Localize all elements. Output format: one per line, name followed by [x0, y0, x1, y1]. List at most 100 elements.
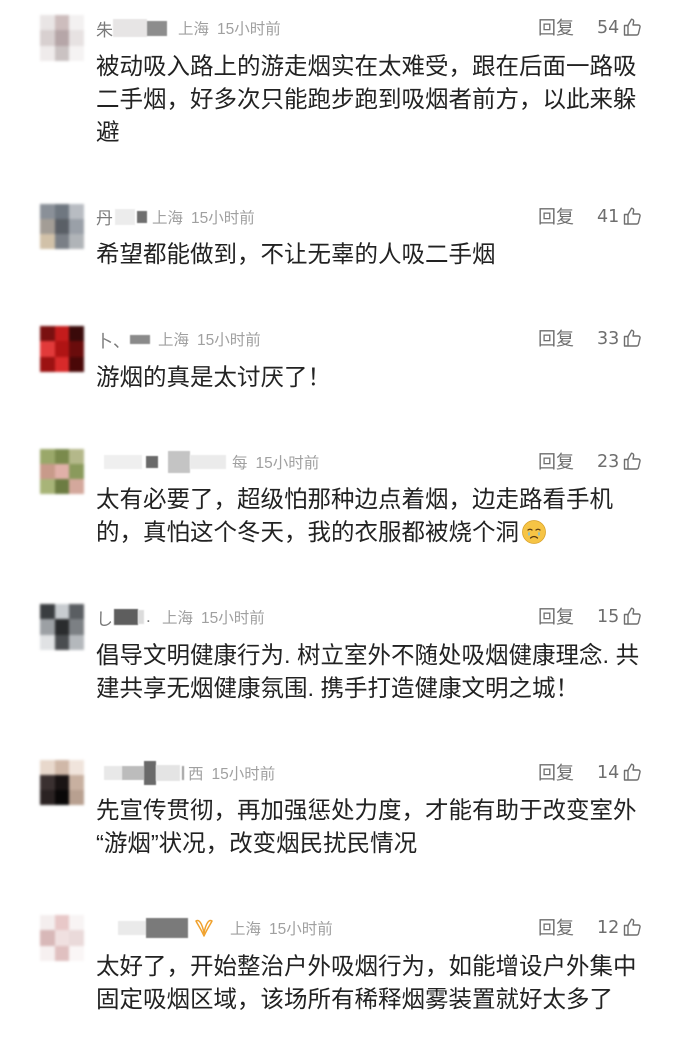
comment-text: 太有必要了，超级怕那种边点着烟，边走路看手机 的，真怕这个冬天，我的衣服都被烧个… — [96, 483, 677, 549]
like-count: 41 — [597, 206, 620, 227]
avatar[interactable] — [40, 915, 84, 961]
comment-text-line: 被动吸入路上的游走烟实在太难受，跟在后面一路吸 — [96, 52, 637, 79]
redaction-block — [146, 455, 158, 468]
avatar-pixel — [40, 234, 55, 250]
location-label: 西 — [188, 765, 204, 783]
username[interactable]: 卜、 — [96, 324, 158, 354]
username[interactable] — [96, 758, 188, 788]
avatar-pixel — [54, 203, 70, 219]
avatar-pixel — [40, 356, 55, 372]
username[interactable]: し . — [96, 602, 162, 632]
reply-button[interactable]: 回复 — [538, 758, 574, 788]
redaction-block — [114, 609, 138, 625]
avatar-pixel — [40, 634, 55, 650]
avatar-pixel — [69, 759, 84, 775]
thumbs-up-icon[interactable] — [622, 917, 642, 937]
avatar-pixel — [54, 790, 70, 806]
reply-button[interactable]: 回复 — [538, 913, 574, 943]
comment-text: 游烟的真是太讨厌了！ — [96, 361, 677, 394]
avatar[interactable] — [40, 604, 84, 650]
comment-text-line: 固定吸烟区域，该场所有稀释烟雾装置就好太多了 — [96, 985, 613, 1012]
avatar-pixel — [69, 463, 84, 480]
like-count: 23 — [597, 451, 620, 472]
avatar-pixel — [69, 634, 84, 650]
thumbs-up-icon[interactable] — [622, 606, 642, 626]
comment-text-line: 游烟的真是太讨厌了！ — [96, 363, 331, 390]
avatar-pixel — [40, 448, 55, 464]
avatar[interactable] — [40, 15, 84, 61]
thumbs-up-icon[interactable] — [622, 328, 642, 348]
timestamp: 15小时前 — [191, 209, 255, 227]
timestamp: 15小时前 — [201, 610, 265, 627]
comment-list: 朱 上海 15小时前 回复 54 被动吸入路上的游走烟实在太难受，跟在后面一路吸… — [0, 0, 677, 1016]
avatar-pixel — [69, 915, 84, 931]
location-label: 上海 — [230, 921, 262, 938]
reply-button[interactable]: 回复 — [538, 13, 574, 43]
redaction-block — [138, 610, 144, 624]
thumbs-up-icon[interactable] — [622, 762, 642, 782]
avatar-pixel — [54, 463, 70, 480]
comment-meta: し . 上海 15小时前 — [96, 602, 677, 632]
avatar-pixel — [69, 218, 84, 235]
reply-button[interactable]: 回复 — [538, 602, 574, 632]
avatar-pixel — [54, 479, 70, 495]
avatar-pixel — [54, 45, 70, 61]
username-text: し — [96, 609, 113, 629]
avatar-pixel — [69, 604, 84, 620]
thumbs-up-icon[interactable] — [622, 17, 642, 37]
avatar-pixel — [40, 945, 55, 961]
thumbs-up-icon[interactable] — [622, 206, 642, 226]
comment-meta: 丹 上海 15小时前 — [96, 202, 677, 232]
avatar-pixel — [54, 604, 70, 620]
avatar-pixel — [40, 326, 55, 342]
avatar-pixel — [40, 915, 55, 931]
username[interactable]: 朱 — [96, 13, 178, 43]
comment-text-line: 的，真怕这个冬天，我的衣服都被烧个洞 — [96, 519, 519, 545]
username[interactable] — [96, 913, 194, 943]
comment-meta: 卜、 上海 15小时前 — [96, 324, 677, 354]
comment-text: 先宣传贯彻，再加强惩处力度，才能有助于改变室外 “游烟”状况，改变烟民扰民情况 — [96, 794, 677, 860]
comment-text: 希望都能做到，不让无辜的人吸二手烟 — [96, 238, 677, 271]
avatar-pixel — [69, 326, 84, 342]
thumbs-up-icon[interactable] — [622, 451, 642, 471]
username[interactable]: 丹 — [96, 202, 152, 232]
comment-item: 丹 上海 15小时前 回复 41 希望都能做到，不让无辜的人吸二手烟 — [0, 202, 677, 272]
username-text: 丹 — [96, 209, 113, 228]
avatar[interactable] — [40, 759, 84, 806]
comment-text-line: 二手烟，好多次只能跑步跑到吸烟者前方，以此来躲 — [96, 85, 637, 112]
avatar-pixel — [69, 619, 84, 635]
avatar-pixel — [69, 930, 84, 946]
location-label: 上海 — [152, 209, 184, 227]
avatar-pixel — [69, 356, 84, 372]
avatar-pixel — [40, 218, 55, 235]
redaction-block — [122, 765, 144, 780]
like-count: 33 — [597, 329, 620, 349]
avatar[interactable] — [40, 326, 84, 372]
comment-text-line: “游烟”状况，改变烟民扰民情况 — [96, 830, 418, 856]
avatar-pixel — [40, 930, 55, 946]
like-count: 12 — [597, 918, 620, 938]
timestamp: 15小时前 — [269, 921, 333, 938]
redaction-block — [115, 208, 135, 225]
reply-button[interactable]: 回复 — [538, 202, 574, 232]
avatar[interactable] — [40, 448, 84, 495]
comment-text-line: 建共享无烟健康氛围. 携手打造健康文明之城！ — [96, 674, 580, 701]
location-label: 上海 — [162, 610, 194, 627]
avatar-pixel — [54, 774, 70, 791]
location-label: 上海 — [178, 21, 210, 38]
redaction-block — [190, 454, 226, 469]
avatar[interactable] — [40, 203, 84, 250]
redaction-block — [104, 454, 142, 469]
like-count: 54 — [597, 18, 620, 38]
username[interactable] — [96, 447, 232, 477]
avatar-pixel — [69, 479, 84, 495]
redaction-block — [104, 765, 122, 780]
reply-button[interactable]: 回复 — [538, 324, 574, 354]
member-badge-icon[interactable] — [194, 918, 214, 938]
reply-button[interactable]: 回复 — [538, 447, 574, 477]
redaction-block — [147, 20, 167, 36]
comment-text-line: 先宣传贯彻，再加强惩处力度，才能有助于改变室外 — [96, 797, 637, 823]
avatar-pixel — [54, 915, 70, 931]
avatar-pixel — [69, 790, 84, 806]
avatar-pixel — [54, 234, 70, 250]
